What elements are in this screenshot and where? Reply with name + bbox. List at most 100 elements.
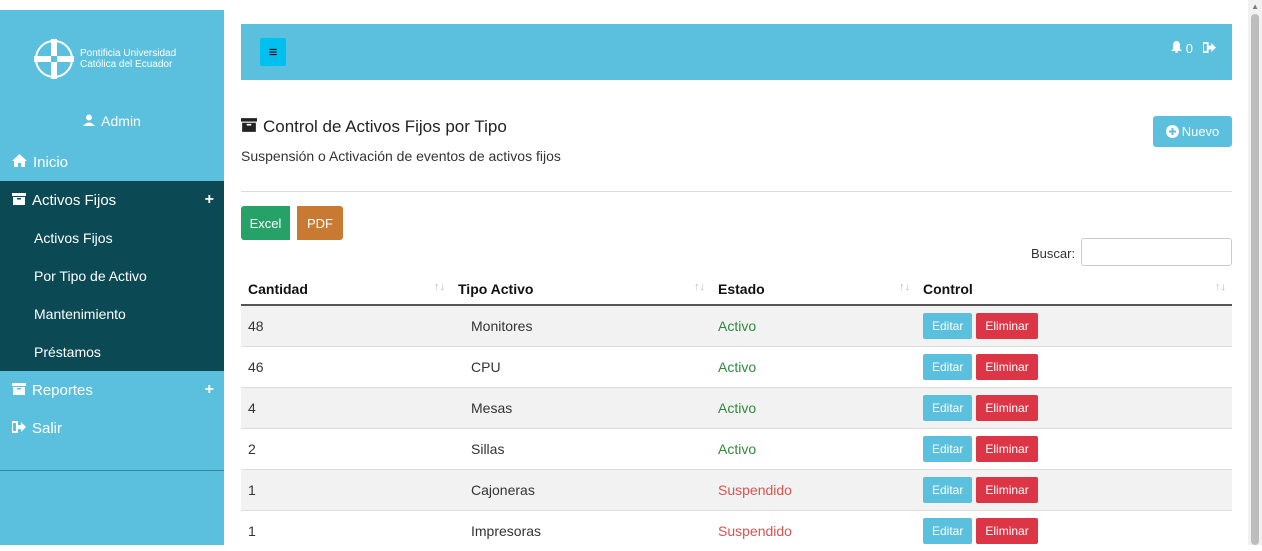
cell-tipo: Sillas [451, 427, 711, 469]
scrollbar[interactable]: ▲ [1248, 0, 1262, 545]
sign-out-icon [1202, 42, 1216, 53]
logo[interactable]: Pontificia Universidad Católica del Ecua… [0, 10, 224, 107]
cell-tipo: Monitores [451, 304, 711, 346]
column-header-estado[interactable]: Estado ↑↓ [711, 273, 916, 306]
cell-tipo: Mesas [451, 386, 711, 428]
sidebar-item-label: Reportes [32, 381, 93, 399]
sidebar-item-reportes[interactable]: Reportes + [0, 371, 224, 409]
excel-button[interactable]: Excel [241, 206, 290, 240]
search-input[interactable] [1081, 238, 1232, 266]
logo-line-1: Pontificia Universidad [80, 47, 177, 59]
page-title: Control de Activos Fijos por Tipo [241, 117, 507, 137]
delete-button[interactable]: Eliminar [976, 435, 1038, 462]
new-button-label: Nuevo [1181, 124, 1220, 139]
cell-control: Editar Eliminar [916, 345, 1232, 387]
new-button[interactable]: Nuevo [1153, 116, 1232, 147]
user-name: Admin [101, 113, 141, 129]
university-logo-icon [34, 38, 74, 79]
logo-line-2: Católica del Ecuador [80, 58, 173, 70]
sidebar: Pontificia Universidad Católica del Ecua… [0, 10, 224, 545]
sidebar-item-label: Activos Fijos [32, 191, 117, 209]
edit-button[interactable]: Editar [923, 394, 973, 421]
cell-estado: Activo [711, 427, 916, 469]
cell-tipo: CPU [451, 345, 711, 387]
archive-icon [241, 117, 257, 137]
cell-estado: Activo [711, 304, 916, 346]
sidebar-item-label: Salir [32, 419, 63, 437]
notification-count: 0 [1185, 41, 1193, 56]
delete-button[interactable]: Eliminar [976, 353, 1038, 380]
assets-table: Cantidad ↑↓ Tipo Activo ↑↓ Estado ↑↓ Contro… [241, 273, 1232, 551]
sort-icon: ↑↓ [1215, 280, 1226, 293]
cell-estado: Suspendido [711, 468, 916, 510]
cell-cantidad: 46 [241, 345, 451, 387]
table-row: 2 Sillas Activo Editar Eliminar [241, 427, 1232, 469]
sidebar-item-salir[interactable]: Salir [0, 409, 224, 447]
edit-button[interactable]: Editar [923, 517, 973, 544]
scrollbar-thumb[interactable] [1251, 14, 1259, 545]
header-label: Estado [718, 280, 765, 297]
edit-button[interactable]: Editar [923, 353, 973, 380]
table-row: 46 CPU Activo Editar Eliminar [241, 345, 1232, 387]
edit-button[interactable]: Editar [923, 435, 973, 462]
sidebar-subitem-por-tipo[interactable]: Por Tipo de Activo [0, 257, 224, 295]
header-label: Control [923, 280, 973, 297]
sidebar-item-activos-fijos[interactable]: Activos Fijos + [0, 181, 224, 219]
notifications-button[interactable]: 0 [1171, 41, 1193, 56]
column-header-tipo-activo[interactable]: Tipo Activo ↑↓ [451, 273, 711, 306]
table-header-row: Cantidad ↑↓ Tipo Activo ↑↓ Estado ↑↓ Contro… [241, 273, 1232, 306]
home-icon [12, 153, 27, 171]
sidebar-item-inicio[interactable]: Inicio [0, 143, 224, 181]
plus-circle-icon [1165, 125, 1179, 138]
table-row: 48 Monitores Activo Editar Eliminar [241, 304, 1232, 346]
delete-button[interactable]: Eliminar [976, 476, 1038, 503]
cell-cantidad: 48 [241, 304, 451, 346]
cell-cantidad: 1 [241, 468, 451, 510]
sidebar-subitem-activos-fijos[interactable]: Activos Fijos [0, 219, 224, 257]
sidebar-subitem-mantenimiento[interactable]: Mantenimiento [0, 295, 224, 333]
cell-estado: Activo [711, 386, 916, 428]
sort-icon: ↑↓ [899, 280, 910, 293]
cell-control: Editar Eliminar [916, 427, 1232, 469]
sidebar-divider [0, 470, 224, 471]
sort-icon: ↑↓ [434, 280, 445, 293]
page-subtitle: Suspensión o Activación de eventos de ac… [241, 148, 561, 164]
archive-icon [12, 192, 26, 209]
edit-button[interactable]: Editar [923, 312, 973, 339]
sort-icon: ↑↓ [694, 280, 705, 293]
table-row: 4 Mesas Activo Editar Eliminar [241, 386, 1232, 428]
cell-control: Editar Eliminar [916, 304, 1232, 346]
search-label: Buscar: [1031, 246, 1076, 261]
column-header-cantidad[interactable]: Cantidad ↑↓ [241, 273, 451, 306]
menu-toggle-button[interactable]: ≡ [260, 38, 286, 66]
delete-button[interactable]: Eliminar [976, 517, 1038, 544]
user-icon [83, 113, 96, 129]
cell-tipo: Cajoneras [451, 468, 711, 510]
page-title-text: Control de Activos Fijos por Tipo [263, 117, 507, 136]
sidebar-item-label: Inicio [33, 153, 69, 171]
scroll-up-icon[interactable]: ▲ [1251, 2, 1259, 11]
edit-button[interactable]: Editar [923, 476, 973, 503]
top-navbar: ≡ 0 [241, 24, 1232, 80]
cell-estado: Activo [711, 345, 916, 387]
delete-button[interactable]: Eliminar [976, 394, 1038, 421]
cell-cantidad: 2 [241, 427, 451, 469]
pdf-button[interactable]: PDF [297, 206, 343, 240]
archive-icon [12, 382, 26, 399]
user-info: Admin [0, 107, 224, 143]
expand-icon[interactable]: + [205, 381, 214, 399]
top-right-actions: 0 [1171, 41, 1216, 56]
column-header-control[interactable]: Control ↑↓ [916, 273, 1232, 306]
expand-icon[interactable]: + [205, 191, 214, 209]
logo-text: Pontificia Universidad Católica del Ecua… [80, 48, 176, 70]
header-label: Cantidad [248, 280, 308, 297]
logout-button[interactable] [1202, 41, 1216, 56]
cell-control: Editar Eliminar [916, 386, 1232, 428]
table-row: 1 Cajoneras Suspendido Editar Eliminar [241, 468, 1232, 510]
delete-button[interactable]: Eliminar [976, 312, 1038, 339]
sign-out-icon [11, 420, 26, 437]
cell-control: Editar Eliminar [916, 468, 1232, 510]
cell-cantidad: 4 [241, 386, 451, 428]
header-label: Tipo Activo [458, 280, 534, 297]
sidebar-subitem-prestamos[interactable]: Préstamos [0, 333, 224, 371]
